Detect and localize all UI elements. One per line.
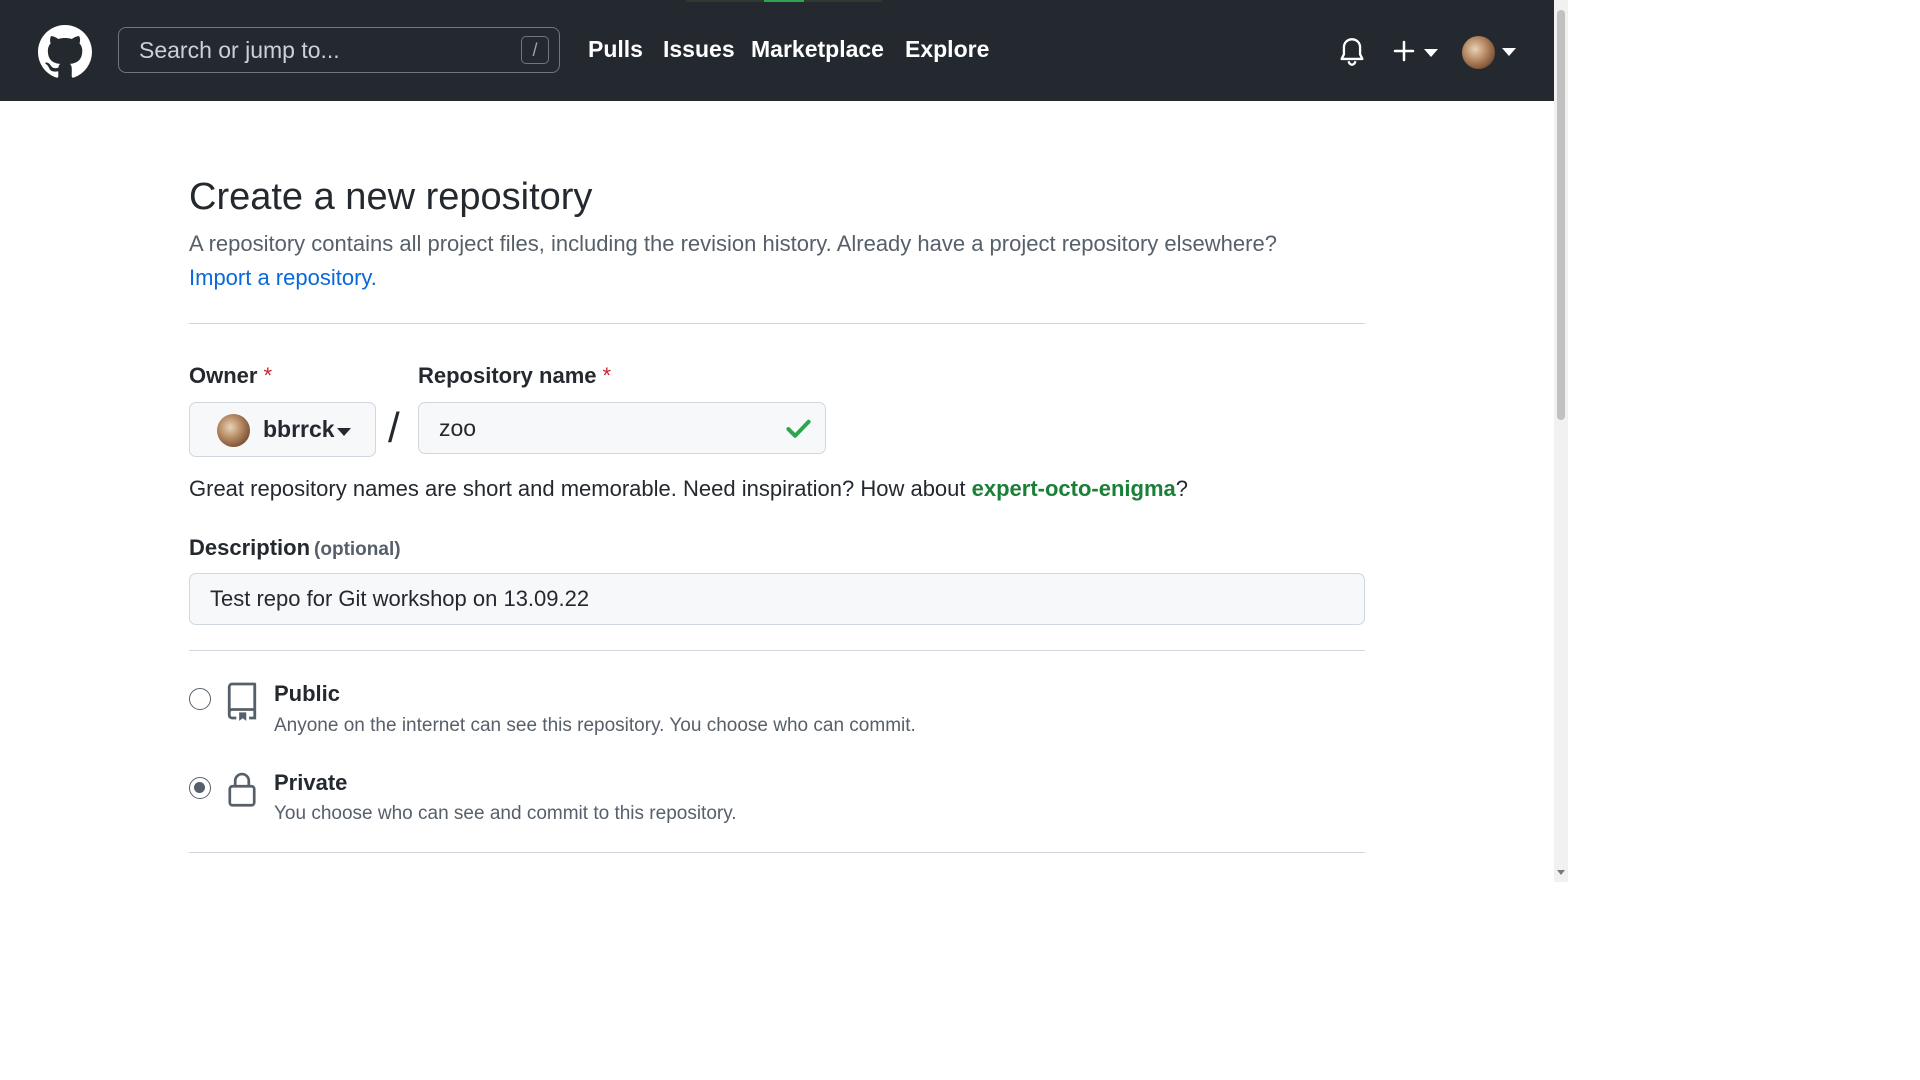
- loading-progress-bar: [686, 0, 882, 2]
- repo-name-input[interactable]: zoo: [418, 402, 826, 454]
- user-avatar[interactable]: [1462, 36, 1495, 69]
- divider: [189, 852, 1365, 853]
- owner-label-text: Owner: [189, 363, 258, 388]
- owner-name: bbrrck: [263, 416, 335, 442]
- public-option-title: Public: [274, 681, 341, 706]
- search-input[interactable]: Search or jump to... /: [118, 27, 560, 73]
- plus-icon: [1393, 40, 1415, 62]
- repo-name-label: Repository name *: [418, 363, 611, 389]
- private-option-title: Private: [274, 770, 348, 795]
- chevron-down-icon: [337, 428, 351, 436]
- hint-text: Great repository names are short and mem…: [189, 476, 972, 501]
- description-input[interactable]: Test repo for Git workshop on 13.09.22: [189, 573, 1365, 625]
- owner-select[interactable]: bbrrck: [189, 402, 376, 457]
- chevron-down-icon[interactable]: [1502, 48, 1516, 56]
- description-label-text: Description: [189, 535, 311, 560]
- public-radio[interactable]: [189, 688, 211, 710]
- public-option-description: Anyone on the internet can see this repo…: [274, 715, 916, 736]
- owner-avatar: [217, 414, 250, 447]
- search-shortcut-key: /: [521, 36, 549, 64]
- divider: [189, 650, 1365, 651]
- description-label: Description (optional): [189, 535, 401, 561]
- nav-issues[interactable]: Issues: [663, 36, 735, 63]
- bell-icon[interactable]: [1338, 37, 1366, 67]
- repo-name-hint: Great repository names are short and mem…: [189, 476, 1188, 502]
- required-marker: *: [602, 363, 612, 388]
- page-subtitle: A repository contains all project files,…: [189, 231, 1277, 256]
- private-option-description: You choose who can see and commit to thi…: [274, 803, 737, 824]
- create-new-menu[interactable]: [1392, 37, 1440, 67]
- private-radio[interactable]: [189, 777, 211, 799]
- hint-suffix: ?: [1175, 476, 1189, 501]
- global-header: Search or jump to... / Pulls Issues Mark…: [0, 0, 1554, 101]
- scroll-down-arrow-icon[interactable]: [1557, 870, 1565, 875]
- scrollbar[interactable]: [1554, 0, 1568, 882]
- required-marker: *: [263, 363, 273, 388]
- optional-marker: (optional): [314, 539, 401, 560]
- nav-marketplace[interactable]: Marketplace: [751, 36, 884, 63]
- check-icon: [786, 419, 811, 438]
- repo-name-label-text: Repository name: [418, 363, 597, 388]
- divider: [189, 323, 1365, 324]
- lock-icon: [228, 772, 256, 807]
- import-repository-link[interactable]: Import a repository.: [189, 265, 377, 291]
- owner-label: Owner *: [189, 363, 272, 389]
- suggested-repo-name[interactable]: expert-octo-enigma: [972, 476, 1176, 501]
- chevron-down-icon: [1424, 49, 1438, 57]
- nav-pulls[interactable]: Pulls: [588, 36, 643, 63]
- owner-repo-separator: /: [388, 404, 400, 451]
- page-title: Create a new repository: [189, 176, 593, 218]
- repo-icon: [227, 682, 257, 721]
- scrollbar-thumb[interactable]: [1557, 10, 1565, 420]
- search-placeholder: Search or jump to...: [139, 37, 340, 63]
- github-logo-icon[interactable]: [38, 25, 92, 79]
- nav-explore[interactable]: Explore: [905, 36, 989, 63]
